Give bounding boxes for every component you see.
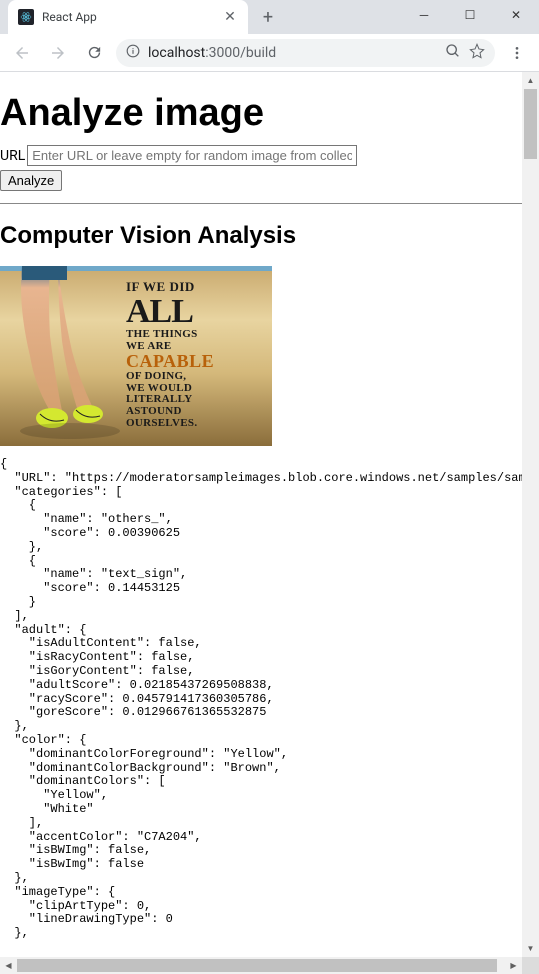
analysis-heading: Computer Vision Analysis <box>0 222 522 250</box>
horizontal-scrollbar[interactable]: ◀ ▶ <box>0 957 522 974</box>
scroll-corner <box>522 957 539 974</box>
scroll-down-button[interactable]: ▼ <box>522 940 539 957</box>
forward-button[interactable] <box>44 39 72 67</box>
url-input[interactable] <box>27 145 357 166</box>
window-controls: ─ ☐ ✕ <box>401 0 539 30</box>
scroll-right-button[interactable]: ▶ <box>505 957 522 974</box>
tab-close-icon[interactable]: ✕ <box>222 9 238 25</box>
zoom-icon[interactable] <box>445 43 461 63</box>
react-favicon <box>18 9 34 25</box>
analysis-json-output: { "URL": "https://moderatorsampleimages.… <box>0 458 522 941</box>
reload-button[interactable] <box>80 39 108 67</box>
browser-tab[interactable]: React App ✕ <box>8 0 248 34</box>
scroll-up-button[interactable]: ▲ <box>522 72 539 89</box>
url-text: localhost:3000/build <box>148 45 437 61</box>
browser-toolbar: localhost:3000/build <box>0 34 539 72</box>
vertical-scroll-thumb[interactable] <box>524 89 537 159</box>
image-quote-text: IF WE DID ALL THE THINGS WE ARE CAPABLE … <box>126 280 256 429</box>
analyze-button[interactable]: Analyze <box>0 170 62 191</box>
url-field-label: URL <box>0 148 25 164</box>
scroll-left-button[interactable]: ◀ <box>0 957 17 974</box>
back-button[interactable] <box>8 39 36 67</box>
address-bar[interactable]: localhost:3000/build <box>116 39 495 67</box>
browser-titlebar: React App ✕ + ─ ☐ ✕ <box>0 0 539 34</box>
analyzed-image: IF WE DID ALL THE THINGS WE ARE CAPABLE … <box>0 266 272 446</box>
page-heading: Analyze image <box>0 92 522 135</box>
close-window-button[interactable]: ✕ <box>493 0 539 30</box>
site-info-icon[interactable] <box>126 44 140 62</box>
bookmark-star-icon[interactable] <box>469 43 485 63</box>
tab-title: React App <box>42 10 214 24</box>
maximize-button[interactable]: ☐ <box>447 0 493 30</box>
new-tab-button[interactable]: + <box>254 3 282 31</box>
minimize-button[interactable]: ─ <box>401 0 447 30</box>
divider <box>0 203 522 204</box>
vertical-scrollbar[interactable]: ▲ ▼ <box>522 72 539 957</box>
horizontal-scroll-thumb[interactable] <box>17 959 497 972</box>
page-viewport: Analyze image URL Analyze Computer Visio… <box>0 72 522 957</box>
browser-menu-button[interactable] <box>503 39 531 67</box>
